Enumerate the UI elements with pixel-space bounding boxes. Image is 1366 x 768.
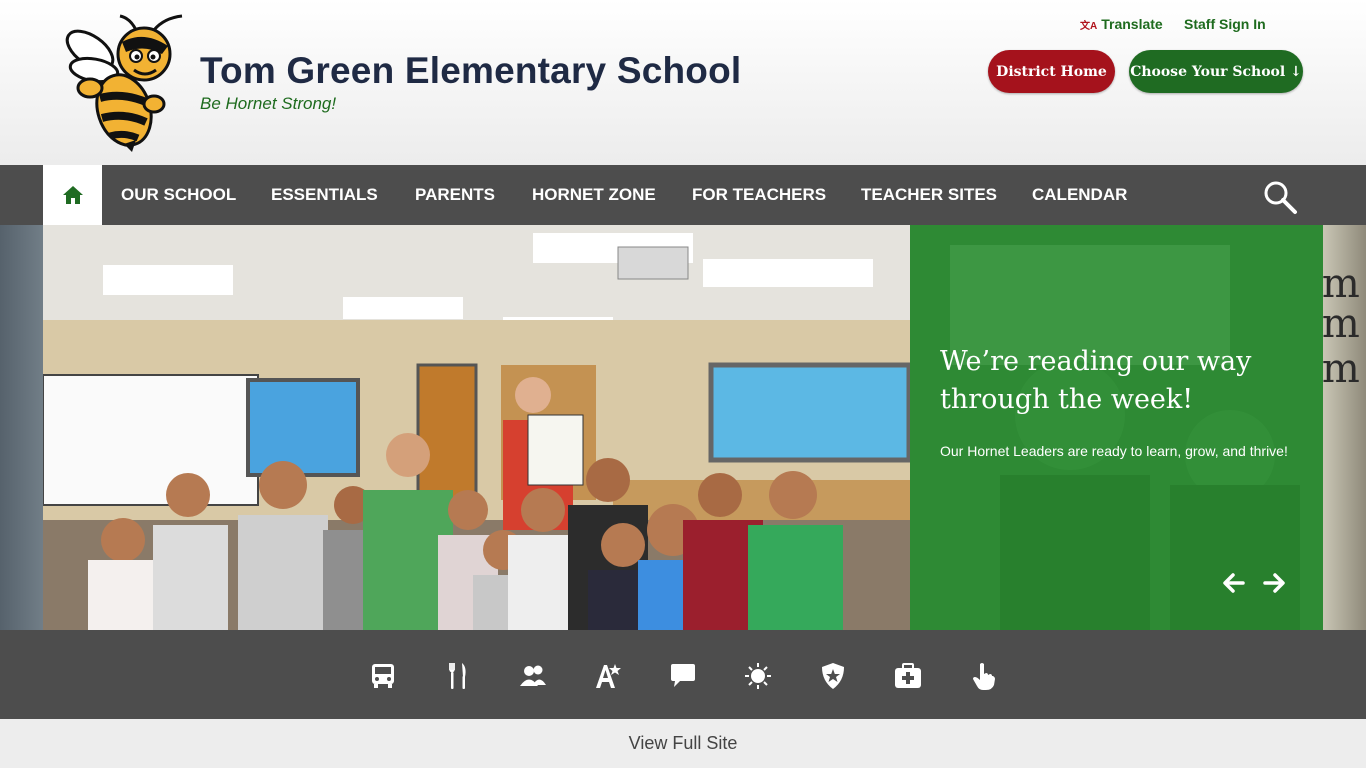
nav-item-calendar[interactable]: CALENDAR xyxy=(1032,165,1127,225)
arrow-right-icon[interactable] xyxy=(1262,571,1286,595)
school-tagline: Be Hornet Strong! xyxy=(200,94,337,113)
pointer-hand-icon[interactable] xyxy=(968,661,998,691)
slide-title: We’re reading our way through the week! xyxy=(940,346,1252,415)
nav-item-essentials[interactable]: ESSENTIALS xyxy=(271,165,378,225)
quick-links-bar xyxy=(0,630,1366,719)
users-icon[interactable] xyxy=(518,661,548,691)
bus-icon[interactable] xyxy=(368,661,398,691)
caption-background-photo xyxy=(950,245,1300,630)
slide-caption-panel: We’re reading our way through the week! … xyxy=(910,225,1323,630)
chat-icon[interactable] xyxy=(668,661,698,691)
translate-label: Translate xyxy=(1101,16,1163,32)
classroom-photo xyxy=(43,225,910,630)
site-header: Tom Green Elementary School Be Hornet St… xyxy=(0,0,1366,165)
first-aid-icon[interactable] xyxy=(893,661,923,691)
nav-item-teacher-sites[interactable]: TEACHER SITES xyxy=(861,165,997,225)
search-icon[interactable] xyxy=(1262,179,1298,215)
main-navigation: OUR SCHOOL ESSENTIALS PARENTS HORNET ZON… xyxy=(0,165,1366,225)
next-slide-preview: I am I am I am xyxy=(1298,225,1366,630)
choose-your-school-button[interactable]: Choose Your School ↓ xyxy=(1129,50,1303,93)
hornet-mascot-logo[interactable] xyxy=(62,12,188,152)
arrow-left-icon[interactable] xyxy=(1222,571,1246,595)
nav-home-button[interactable] xyxy=(43,165,102,225)
nav-item-for-teachers[interactable]: FOR TEACHERS xyxy=(692,165,826,225)
previous-slide-preview xyxy=(0,225,43,630)
staff-sign-in-link[interactable]: Staff Sign In xyxy=(1184,16,1266,32)
translate-icon[interactable] xyxy=(593,661,623,691)
utensils-icon[interactable] xyxy=(443,661,473,691)
translate-link[interactable]: 文A Translate xyxy=(1080,16,1163,32)
footer: View Full Site xyxy=(0,719,1366,768)
school-name[interactable]: Tom Green Elementary School xyxy=(200,50,741,92)
hero-slideshow: I am I am I am xyxy=(0,225,1366,630)
slide-description: Our Hornet Leaders are ready to learn, g… xyxy=(940,443,1288,459)
police-badge-icon[interactable] xyxy=(818,661,848,691)
sun-icon[interactable] xyxy=(743,661,773,691)
nav-item-parents[interactable]: PARENTS xyxy=(415,165,495,225)
translate-icon: 文A xyxy=(1080,21,1098,32)
district-home-button[interactable]: District Home xyxy=(988,50,1115,93)
nav-item-our-school[interactable]: OUR SCHOOL xyxy=(121,165,236,225)
home-icon xyxy=(62,186,83,204)
nav-item-hornet-zone[interactable]: HORNET ZONE xyxy=(532,165,656,225)
view-full-site-link[interactable]: View Full Site xyxy=(629,733,738,754)
